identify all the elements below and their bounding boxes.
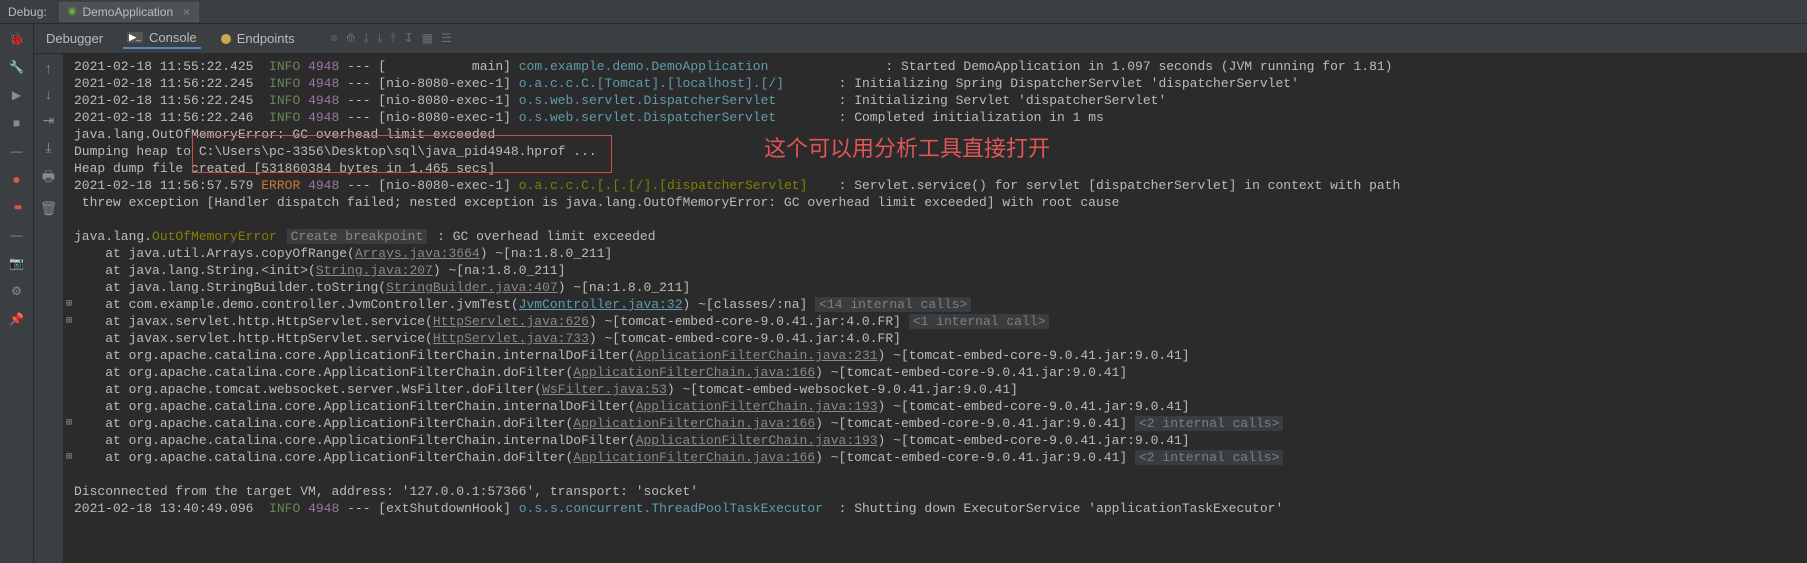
console-line: 2021-02-18 11:56:22.245 INFO 4948 --- [n… xyxy=(74,75,1797,92)
export-icon-2[interactable]: ⤓ xyxy=(377,31,382,46)
console-line: at org.apache.catalina.core.ApplicationF… xyxy=(74,415,1797,432)
console-line: at javax.servlet.http.HttpServlet.servic… xyxy=(74,330,1797,347)
console-line: at com.example.demo.controller.JvmContro… xyxy=(74,296,1797,313)
internal-calls-badge[interactable]: <2 internal calls> xyxy=(1135,450,1283,465)
source-link[interactable]: ApplicationFilterChain.java:166 xyxy=(573,450,815,465)
console-line: at java.lang.String.<init>(String.java:2… xyxy=(74,262,1797,279)
print-icon[interactable]: 🖶 xyxy=(42,166,55,190)
export-up-icon[interactable]: ⟰ xyxy=(346,31,356,46)
console-output[interactable]: 这个可以用分析工具直接打开 2021-02-18 11:55:22.425 IN… xyxy=(64,54,1807,563)
console-line: at org.apache.catalina.core.ApplicationF… xyxy=(74,347,1797,364)
source-link[interactable]: ApplicationFilterChain.java:193 xyxy=(636,399,878,414)
console-line: at org.apache.catalina.core.ApplicationF… xyxy=(74,449,1797,466)
source-link[interactable]: HttpServlet.java:626 xyxy=(433,314,589,329)
debug-label: Debug: xyxy=(8,5,47,19)
filter-icon[interactable]: ≡ xyxy=(331,31,338,46)
main-area: 🐞 🔧 ▶ ■ ― ● ●● ― 📷 ⚙ 📌 Debugger ▶_ Conso… xyxy=(0,24,1807,563)
left-tool-iconbar: 🐞 🔧 ▶ ■ ― ● ●● ― 📷 ⚙ 📌 xyxy=(0,24,34,563)
create-breakpoint-button[interactable]: Create breakpoint xyxy=(287,229,428,244)
tab-console[interactable]: ▶_ Console xyxy=(123,28,201,49)
internal-calls-badge[interactable]: <1 internal call> xyxy=(909,314,1050,329)
divider: ― xyxy=(8,226,26,244)
debug-config-tab[interactable]: ◉ DemoApplication × xyxy=(59,2,199,22)
console-line: Heap dump file created [531860384 bytes … xyxy=(74,160,1797,177)
source-link[interactable]: String.java:207 xyxy=(316,263,433,278)
bug-icon[interactable]: 🐞 xyxy=(8,30,26,48)
source-link[interactable]: JvmController.java:32 xyxy=(519,297,683,312)
console-side-iconbar: ↑ ↓ ⇥ ⤓ 🖶 🗑 xyxy=(34,54,64,563)
wrap-icon[interactable]: ☰ xyxy=(441,31,452,46)
up-arrow-icon[interactable]: ↑ xyxy=(45,60,52,76)
source-link[interactable]: ApplicationFilterChain.java:193 xyxy=(636,433,878,448)
console-line: 2021-02-18 11:56:22.246 INFO 4948 --- [n… xyxy=(74,109,1797,126)
more-icon-2[interactable]: ↧ xyxy=(404,31,414,46)
console-line xyxy=(74,211,1797,228)
scroll-to-end-icon[interactable]: ⤓ xyxy=(45,139,51,156)
play-to-cursor-icon[interactable]: ▶ xyxy=(8,86,26,104)
endpoint-icon xyxy=(221,34,231,44)
internal-calls-badge[interactable]: <2 internal calls> xyxy=(1135,416,1283,431)
console-line: at java.lang.StringBuilder.toString(Stri… xyxy=(74,279,1797,296)
layout-icon[interactable]: ▦ xyxy=(422,31,433,46)
clear-icon[interactable]: 🗑 xyxy=(40,200,58,217)
console-line: at org.apache.catalina.core.ApplicationF… xyxy=(74,398,1797,415)
console-line: threw exception [Handler dispatch failed… xyxy=(74,194,1797,211)
console-line: 2021-02-18 11:55:22.425 INFO 4948 --- [ … xyxy=(74,58,1797,75)
more-icon-1[interactable]: ⤒ xyxy=(390,31,395,46)
expand-icon[interactable]: ⊞ xyxy=(66,449,72,466)
wrench-icon[interactable]: 🔧 xyxy=(8,58,26,76)
console-line: at org.apache.catalina.core.ApplicationF… xyxy=(74,364,1797,381)
console-line: at javax.servlet.http.HttpServlet.servic… xyxy=(74,313,1797,330)
console-line: 2021-02-18 11:56:57.579 ERROR 4948 --- [… xyxy=(74,177,1797,194)
breakpoint-icon[interactable]: ● xyxy=(8,170,26,188)
source-link[interactable]: ApplicationFilterChain.java:166 xyxy=(573,365,815,380)
console-line: 2021-02-18 13:40:49.096 INFO 4948 --- [e… xyxy=(74,500,1797,517)
debug-tab-label: DemoApplication xyxy=(82,5,173,19)
console-line: 2021-02-18 11:56:22.245 INFO 4948 --- [n… xyxy=(74,92,1797,109)
debug-top-bar: Debug: ◉ DemoApplication × xyxy=(0,0,1807,24)
internal-calls-badge[interactable]: <14 internal calls> xyxy=(815,297,971,312)
source-link[interactable]: Arrays.java:3664 xyxy=(355,246,480,261)
stop-icon[interactable]: ■ xyxy=(8,114,26,132)
spring-icon: ◉ xyxy=(68,6,77,17)
console-line: at org.apache.catalina.core.ApplicationF… xyxy=(74,432,1797,449)
soft-wrap-icon[interactable]: ⇥ xyxy=(43,112,55,129)
console-line: Disconnected from the target VM, address… xyxy=(74,483,1797,500)
console-row: ↑ ↓ ⇥ ⤓ 🖶 🗑 这个可以用分析工具直接打开 2021-02-18 11:… xyxy=(34,54,1807,563)
console-toolbar: ≡ ⟰ ⤓ ⤓ ⤒ ↧ ▦ ☰ xyxy=(331,31,452,46)
camera-icon[interactable]: 📷 xyxy=(8,254,26,272)
console-line: at java.util.Arrays.copyOfRange(Arrays.j… xyxy=(74,245,1797,262)
close-icon[interactable]: × xyxy=(183,5,190,19)
expand-icon[interactable]: ⊞ xyxy=(66,296,72,313)
tab-endpoints[interactable]: Endpoints xyxy=(217,29,299,48)
console-line: java.lang.OutOfMemoryError Create breakp… xyxy=(74,228,1797,245)
console-icon: ▶_ xyxy=(127,32,143,43)
source-link[interactable]: WsFilter.java:53 xyxy=(542,382,667,397)
expand-icon[interactable]: ⊞ xyxy=(66,415,72,432)
source-link[interactable]: ApplicationFilterChain.java:166 xyxy=(573,416,815,431)
pin-icon[interactable]: 📌 xyxy=(8,310,26,328)
sub-tab-bar: Debugger ▶_ Console Endpoints ≡ ⟰ ⤓ ⤓ ⤒ … xyxy=(34,24,1807,54)
gear-icon[interactable]: ⚙ xyxy=(8,282,26,300)
view-breakpoints-icon[interactable]: ●● xyxy=(8,198,26,216)
down-arrow-icon[interactable]: ↓ xyxy=(45,86,52,102)
source-link[interactable]: StringBuilder.java:407 xyxy=(386,280,558,295)
expand-icon[interactable]: ⊞ xyxy=(66,313,72,330)
divider: ― xyxy=(8,142,26,160)
tab-debugger[interactable]: Debugger xyxy=(42,29,107,48)
console-line: at org.apache.tomcat.websocket.server.Ws… xyxy=(74,381,1797,398)
export-down-icon[interactable]: ⤓ xyxy=(364,31,369,46)
annotation-text: 这个可以用分析工具直接打开 xyxy=(764,140,1050,157)
source-link[interactable]: ApplicationFilterChain.java:231 xyxy=(636,348,878,363)
right-area: Debugger ▶_ Console Endpoints ≡ ⟰ ⤓ ⤓ ⤒ … xyxy=(34,24,1807,563)
source-link[interactable]: HttpServlet.java:733 xyxy=(433,331,589,346)
console-line xyxy=(74,466,1797,483)
